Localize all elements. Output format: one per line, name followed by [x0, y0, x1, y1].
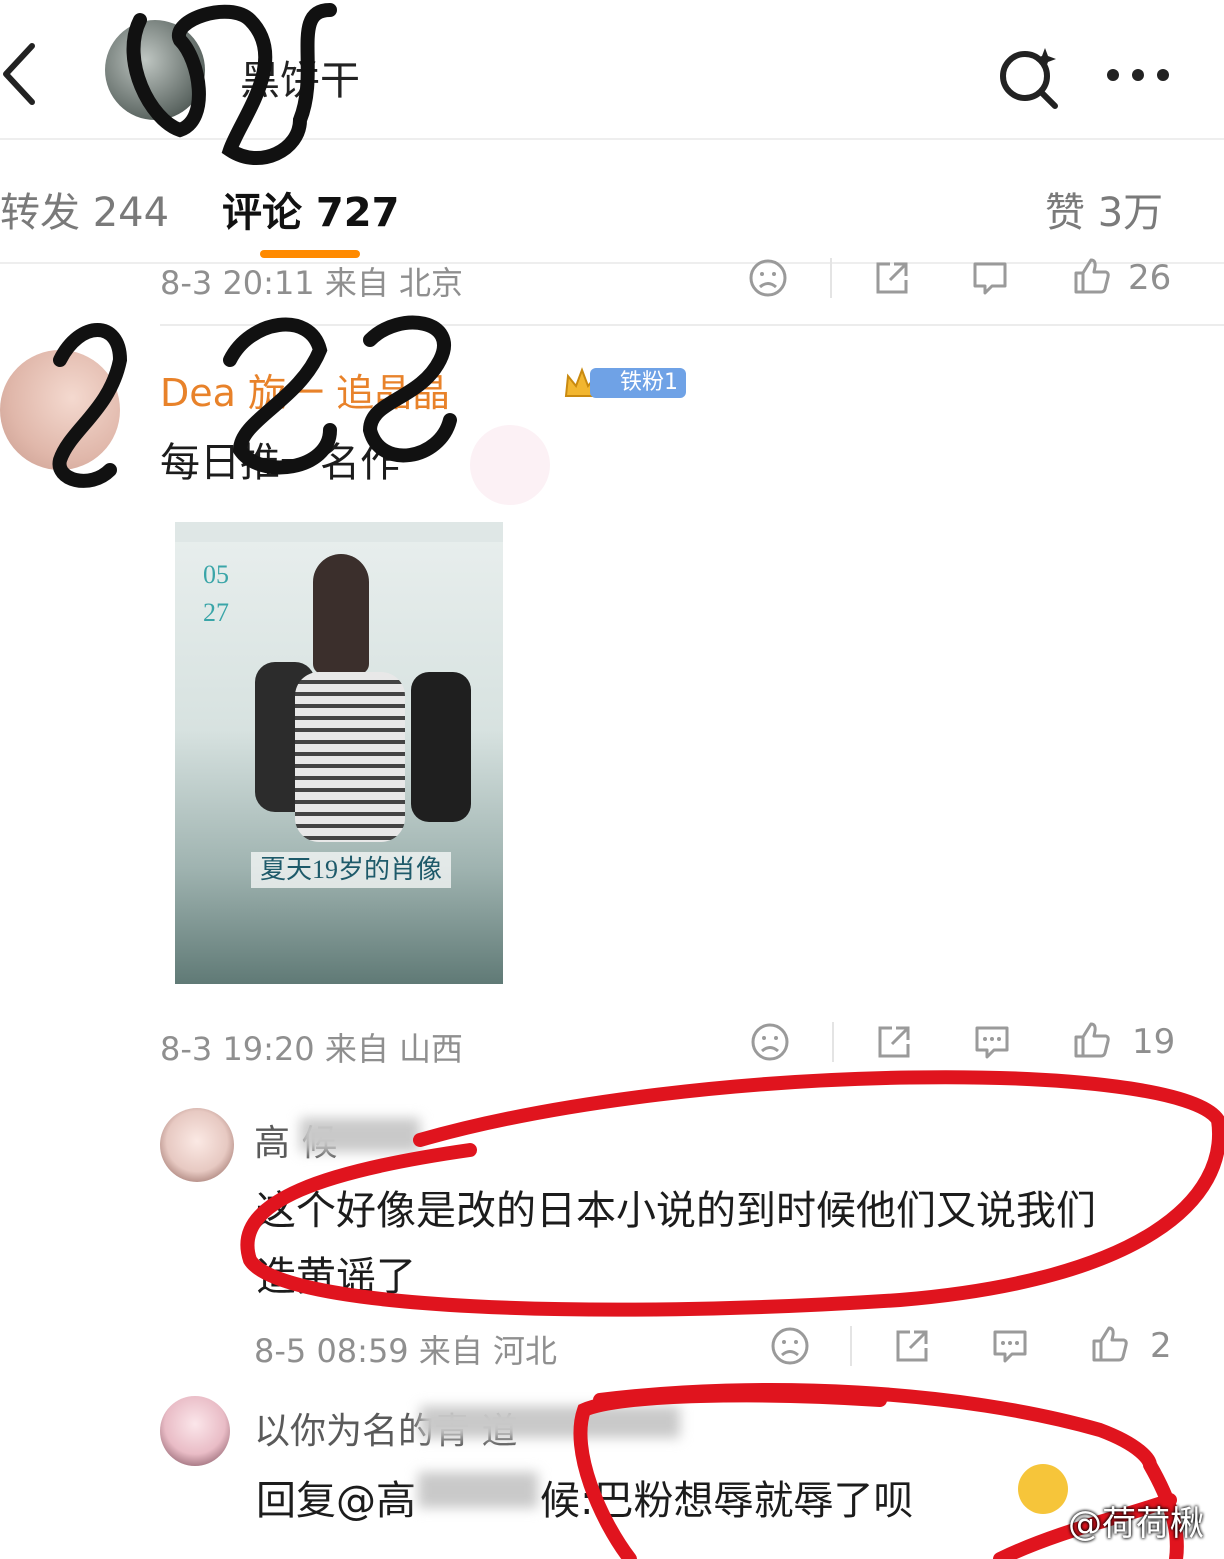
- scribble-redaction: [126, 3, 337, 166]
- red-annotation-overlay: [52, 3, 1224, 1559]
- scribble-redaction: [52, 315, 457, 488]
- watermark: @荷荷楸: [1068, 1504, 1204, 1544]
- red-circle-annotation: [240, 1070, 1224, 1317]
